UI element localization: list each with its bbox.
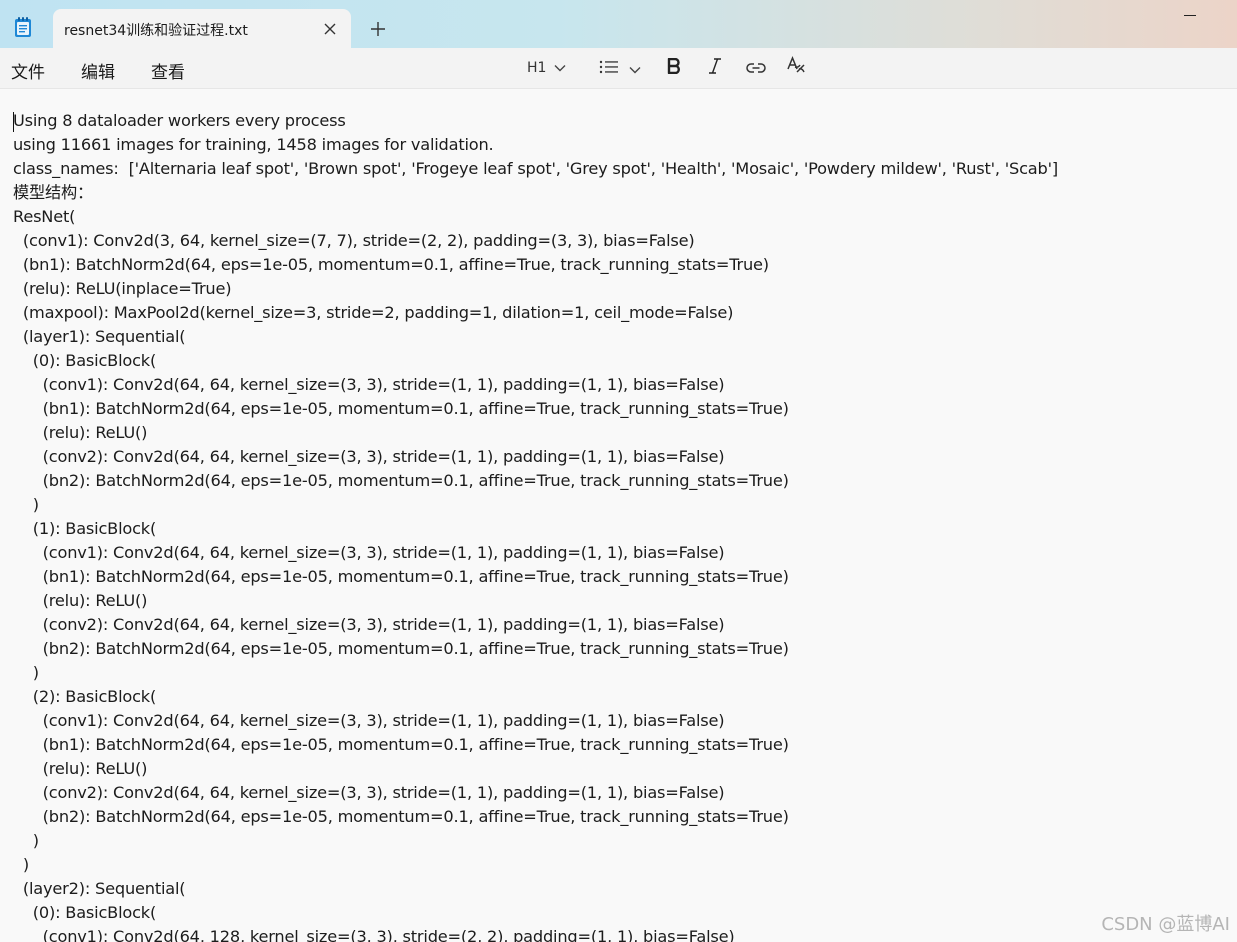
menu-bar: 文件 编辑 查看 H1 <box>0 48 1237 89</box>
heading-label: H1 <box>527 60 547 76</box>
text-line: (bn2): BatchNorm2d(64, eps=1e-05, moment… <box>13 807 789 826</box>
text-line: (layer1): Sequential( <box>13 327 186 346</box>
text-line: 模型结构： <box>13 183 93 202</box>
text-line: (0): BasicBlock( <box>13 903 157 922</box>
bold-button[interactable] <box>667 57 681 79</box>
italic-button[interactable] <box>708 57 722 79</box>
menu-edit[interactable]: 编辑 <box>81 58 115 83</box>
close-icon[interactable] <box>323 21 337 35</box>
text-line: (conv1): Conv2d(64, 64, kernel_size=(3, … <box>13 543 725 562</box>
text-line: Using 8 dataloader workers every process <box>13 111 346 130</box>
list-dropdown[interactable] <box>599 58 641 78</box>
text-line: (conv1): Conv2d(64, 64, kernel_size=(3, … <box>13 711 725 730</box>
text-line: (2): BasicBlock( <box>13 687 157 706</box>
text-editor[interactable]: Using 8 dataloader workers every process… <box>0 89 1237 942</box>
menu-file[interactable]: 文件 <box>11 58 45 83</box>
text-line: (bn1): BatchNorm2d(64, eps=1e-05, moment… <box>13 255 769 274</box>
text-line: using 11661 images for training, 1458 im… <box>13 135 494 154</box>
text-line: (1): BasicBlock( <box>13 519 157 538</box>
text-line: (bn1): BatchNorm2d(64, eps=1e-05, moment… <box>13 399 789 418</box>
text-line: (maxpool): MaxPool2d(kernel_size=3, stri… <box>13 303 734 322</box>
chevron-down-icon <box>629 59 641 78</box>
title-bar: resnet34训练和验证过程.txt <box>0 0 1237 48</box>
watermark: CSDN @蓝博AI <box>1101 914 1230 935</box>
spellcheck-icon <box>786 56 806 80</box>
link-icon <box>746 59 766 78</box>
text-line: class_names: ['Alternaria leaf spot', 'B… <box>13 159 1058 178</box>
text-line: (bn1): BatchNorm2d(64, eps=1e-05, moment… <box>13 735 789 754</box>
minimize-icon[interactable] <box>1182 12 1198 20</box>
text-line: (conv1): Conv2d(64, 64, kernel_size=(3, … <box>13 375 725 394</box>
spellcheck-button[interactable] <box>786 56 806 80</box>
plus-icon[interactable] <box>369 20 387 38</box>
text-line: (conv1): Conv2d(64, 128, kernel_size=(3,… <box>13 927 735 942</box>
menu-view[interactable]: 查看 <box>151 58 185 83</box>
text-line: (0): BasicBlock( <box>13 351 157 370</box>
text-line: (relu): ReLU(inplace=True) <box>13 279 232 298</box>
bulleted-list-icon <box>599 59 619 78</box>
text-line: (conv1): Conv2d(3, 64, kernel_size=(7, 7… <box>13 231 695 250</box>
text-line: ) <box>13 855 30 874</box>
heading-dropdown[interactable]: H1 <box>527 58 566 78</box>
link-button[interactable] <box>746 58 766 78</box>
text-line: (bn2): BatchNorm2d(64, eps=1e-05, moment… <box>13 639 789 658</box>
bold-icon <box>667 57 681 79</box>
tab-title: resnet34训练和验证过程.txt <box>64 23 248 39</box>
document-tab[interactable]: resnet34训练和验证过程.txt <box>53 9 351 48</box>
text-line: ) <box>13 831 39 850</box>
document-text: Using 8 dataloader workers every process… <box>13 109 1058 942</box>
text-line: (conv2): Conv2d(64, 64, kernel_size=(3, … <box>13 447 725 466</box>
text-line: ResNet( <box>13 207 76 226</box>
text-line: (conv2): Conv2d(64, 64, kernel_size=(3, … <box>13 783 725 802</box>
chevron-down-icon <box>554 60 566 76</box>
text-caret <box>13 112 14 132</box>
text-line: ) <box>13 495 39 514</box>
text-line: (conv2): Conv2d(64, 64, kernel_size=(3, … <box>13 615 725 634</box>
text-line: (bn2): BatchNorm2d(64, eps=1e-05, moment… <box>13 471 789 490</box>
text-line: ) <box>13 663 39 682</box>
text-line: (relu): ReLU() <box>13 591 148 610</box>
notepad-icon <box>14 16 32 42</box>
text-line: (relu): ReLU() <box>13 423 148 442</box>
text-line: (layer2): Sequential( <box>13 879 186 898</box>
text-line: (bn1): BatchNorm2d(64, eps=1e-05, moment… <box>13 567 789 586</box>
text-line: (relu): ReLU() <box>13 759 148 778</box>
italic-icon <box>708 57 722 79</box>
